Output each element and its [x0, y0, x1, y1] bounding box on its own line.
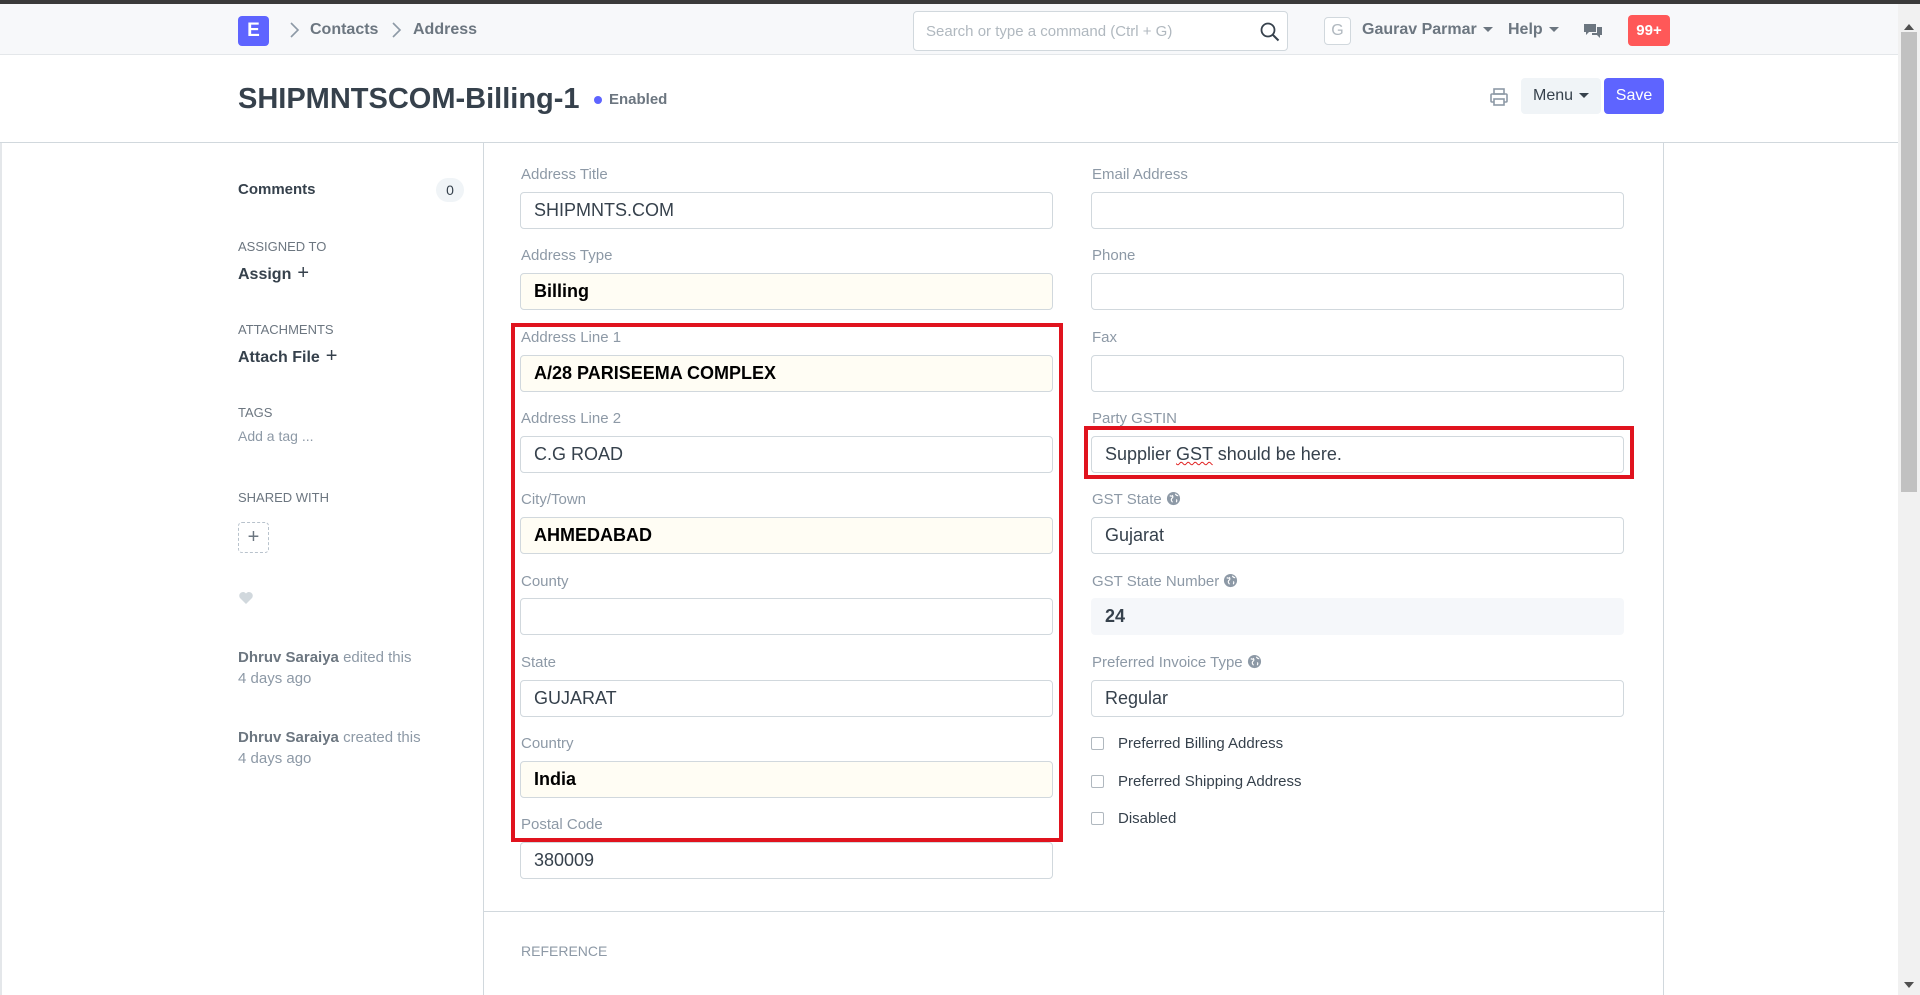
notifications-badge[interactable]: 99+ [1628, 15, 1670, 46]
preferred-billing-label: Preferred Billing Address [1118, 735, 1284, 752]
timeline-action: edited this [343, 649, 412, 666]
page-head: SHIPMNTSCOM-Billing-1 Enabled Menu Save [0, 56, 1898, 143]
user-menu[interactable]: Gaurav Parmar [1362, 21, 1493, 39]
timeline-user[interactable]: Dhruv Saraiya [238, 649, 339, 666]
globe-icon [1247, 654, 1261, 669]
highlight-party-gstin-box [1084, 426, 1634, 479]
comments-count-badge: 0 [436, 178, 464, 202]
assign-button[interactable]: Assign + [238, 262, 309, 285]
breadcrumb-address[interactable]: Address [413, 21, 477, 39]
search-placeholder: Search or type a command (Ctrl + G) [926, 23, 1173, 40]
globe-icon [1166, 491, 1180, 506]
app-logo[interactable]: E [238, 16, 269, 46]
phone-field[interactable] [1091, 273, 1624, 310]
attach-file-label: Attach File [238, 349, 320, 366]
party-gstin-label: Party GSTIN [1092, 410, 1178, 427]
tags-label: TAGS [238, 405, 273, 420]
globe-icon [1224, 573, 1238, 588]
caret-down-icon [1482, 27, 1493, 33]
attachments-label: ATTACHMENTS [238, 322, 334, 337]
email-label: Email Address [1092, 166, 1188, 183]
search-icon[interactable] [1259, 21, 1281, 43]
section-reference-heading: REFERENCE [521, 943, 608, 959]
left-edge [0, 143, 2, 995]
caret-down-icon [1548, 27, 1559, 33]
timeline-time: 4 days ago [238, 750, 312, 767]
gst-state-number-label: GST State Number [1092, 573, 1238, 590]
status-indicator-dot [594, 96, 602, 104]
add-share-button[interactable]: + [238, 522, 269, 553]
phone-label: Phone [1092, 247, 1136, 264]
print-icon[interactable] [1488, 86, 1510, 108]
page-title: SHIPMNTSCOM-Billing-1 [238, 83, 580, 115]
preferred-shipping-label: Preferred Shipping Address [1118, 773, 1302, 790]
preferred-billing-checkbox[interactable] [1091, 737, 1104, 750]
scroll-up-arrow-icon[interactable] [1904, 24, 1914, 30]
chat-icon[interactable] [1582, 20, 1604, 42]
gst-state-field[interactable]: Gujarat [1091, 517, 1624, 554]
fax-field[interactable] [1091, 355, 1624, 392]
timeline-item: Dhruv Saraiya edited this 4 days ago [238, 647, 411, 689]
timeline-item: Dhruv Saraiya created this 4 days ago [238, 727, 421, 769]
assigned-to-label: ASSIGNED TO [238, 239, 327, 254]
scrollbar-thumb[interactable] [1901, 32, 1917, 492]
timeline-user[interactable]: Dhruv Saraiya [238, 729, 339, 746]
user-name: Gaurav Parmar [1362, 21, 1477, 38]
highlight-address-fields-box [511, 323, 1063, 842]
address-title-label: Address Title [521, 166, 608, 183]
section-divider [484, 911, 1665, 912]
postal-code-field[interactable]: 380009 [520, 842, 1053, 879]
shared-with-label: SHARED WITH [238, 490, 329, 505]
help-menu[interactable]: Help [1508, 21, 1559, 39]
timeline-action: created this [343, 729, 421, 746]
email-field[interactable] [1091, 192, 1624, 229]
add-tag-link[interactable]: Add a tag ... [238, 428, 314, 444]
avatar[interactable]: G [1324, 17, 1351, 45]
navbar: E Contacts Address Search or type a comm… [0, 4, 1898, 55]
page-scrollbar[interactable] [1898, 4, 1920, 995]
timeline-time: 4 days ago [238, 670, 312, 687]
address-type-label: Address Type [521, 247, 613, 264]
fax-label: Fax [1092, 329, 1118, 346]
heart-icon[interactable] [238, 590, 254, 606]
scroll-down-arrow-icon[interactable] [1904, 982, 1914, 988]
preferred-invoice-type-field[interactable]: Regular [1091, 680, 1624, 717]
caret-down-icon [1579, 93, 1590, 99]
address-type-field[interactable]: Billing [520, 273, 1053, 310]
plus-icon: + [325, 345, 338, 367]
save-button[interactable]: Save [1604, 78, 1664, 114]
disabled-label: Disabled [1118, 810, 1177, 827]
preferred-invoice-type-label: Preferred Invoice Type [1092, 654, 1262, 671]
menu-button[interactable]: Menu [1521, 78, 1601, 114]
gst-state-number-field: 24 [1091, 598, 1624, 635]
search-input[interactable]: Search or type a command (Ctrl + G) [913, 11, 1288, 51]
sidebar-comments-label[interactable]: Comments [238, 181, 316, 198]
breadcrumb-contacts[interactable]: Contacts [310, 21, 378, 39]
menu-label: Menu [1532, 87, 1574, 104]
chevron-right-icon [290, 22, 300, 38]
help-label: Help [1508, 21, 1543, 38]
address-title-field[interactable]: SHIPMNTS.COM [520, 192, 1053, 229]
assign-label: Assign [238, 266, 292, 283]
plus-icon: + [297, 262, 310, 284]
attach-file-button[interactable]: Attach File + [238, 345, 337, 368]
gst-state-label: GST State [1092, 491, 1181, 508]
disabled-checkbox[interactable] [1091, 812, 1104, 825]
preferred-shipping-checkbox[interactable] [1091, 775, 1104, 788]
chevron-right-icon [392, 22, 402, 38]
status-badge: Enabled [609, 91, 668, 108]
